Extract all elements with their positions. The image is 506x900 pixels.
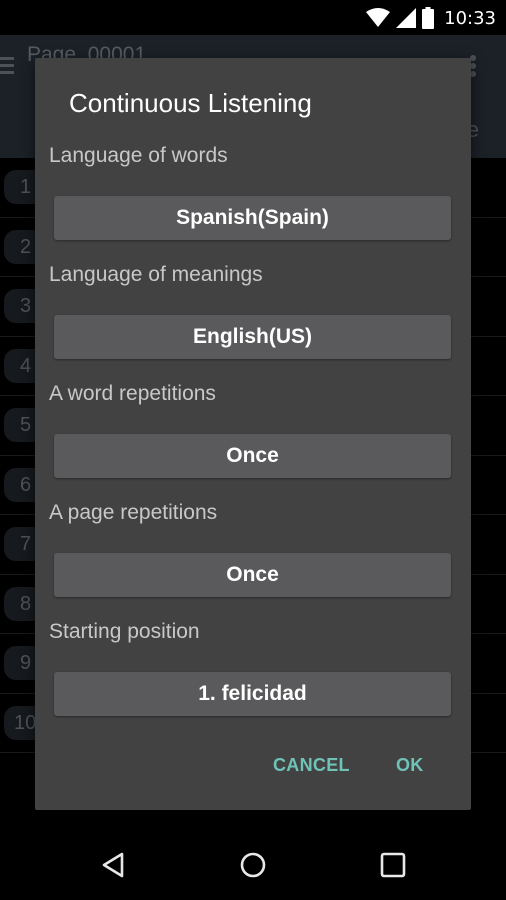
word-repetitions-button[interactable]: Once — [54, 434, 451, 478]
dialog-title: Continuous Listening — [69, 88, 312, 118]
status-time: 10:33 — [444, 7, 496, 29]
screen: 10:33 Page_00001 e 1 2 3 4 5 6 7 8 9 10 … — [0, 0, 506, 900]
home-icon[interactable] — [238, 850, 268, 880]
language-of-meanings-label: Language of meanings — [49, 263, 263, 286]
starting-position-label: Starting position — [49, 620, 200, 643]
wifi-icon — [366, 8, 391, 27]
cancel-button[interactable]: CANCEL — [273, 755, 350, 776]
menu-icon[interactable] — [0, 57, 14, 77]
language-of-words-label: Language of words — [49, 144, 228, 167]
continuous-listening-dialog: Continuous Listening Language of words S… — [35, 58, 471, 810]
cell-signal-icon — [396, 8, 417, 28]
language-of-meanings-button[interactable]: English(US) — [54, 315, 451, 359]
ok-button[interactable]: OK — [396, 755, 424, 776]
page-repetitions-label: A page repetitions — [49, 501, 218, 524]
recents-icon[interactable] — [378, 850, 408, 880]
navigation-bar — [0, 830, 506, 900]
starting-position-button[interactable]: 1. felicidad — [54, 672, 451, 716]
status-bar: 10:33 — [0, 0, 506, 35]
page-repetitions-button[interactable]: Once — [54, 553, 451, 597]
battery-icon — [422, 7, 435, 29]
word-repetitions-label: A word repetitions — [49, 382, 216, 405]
overflow-menu-icon[interactable] — [470, 55, 478, 79]
back-icon[interactable] — [98, 850, 128, 880]
language-of-words-button[interactable]: Spanish(Spain) — [54, 196, 451, 240]
status-icons: 10:33 — [366, 6, 496, 30]
